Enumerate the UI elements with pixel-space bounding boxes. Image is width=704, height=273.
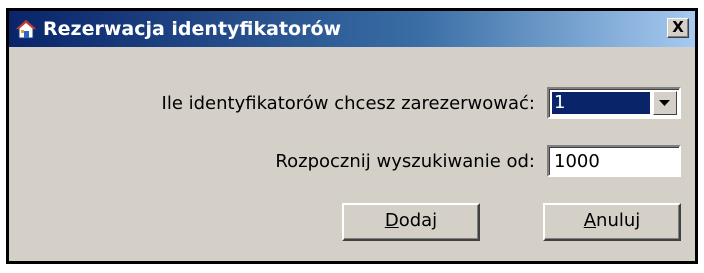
close-icon: X — [672, 18, 684, 36]
start-label: Rozpocznij wyszukiwanie od: — [275, 151, 535, 172]
dropdown-button[interactable] — [653, 91, 677, 115]
chevron-down-icon — [659, 100, 670, 106]
cancel-label: nuluj — [596, 210, 641, 231]
reservation-dialog: Rezerwacja identyfikatorów X Ile identyf… — [6, 8, 698, 264]
title-bar[interactable]: Rezerwacja identyfikatorów X — [9, 11, 695, 47]
add-accelerator: D — [384, 210, 399, 231]
add-label: odaj — [398, 210, 438, 231]
window-title: Rezerwacja identyfikatorów — [43, 18, 342, 40]
count-combobox[interactable]: 1 — [547, 87, 681, 119]
count-value: 1 — [552, 92, 650, 114]
start-input[interactable] — [547, 145, 681, 177]
add-button[interactable]: Dodaj — [342, 203, 480, 241]
cancel-accelerator: A — [583, 210, 597, 231]
count-label: Ile identyfikatorów chcesz zarezerwować: — [161, 93, 535, 114]
cancel-button[interactable]: Anuluj — [543, 203, 681, 241]
close-button[interactable]: X — [667, 18, 689, 38]
house-icon — [14, 18, 38, 40]
